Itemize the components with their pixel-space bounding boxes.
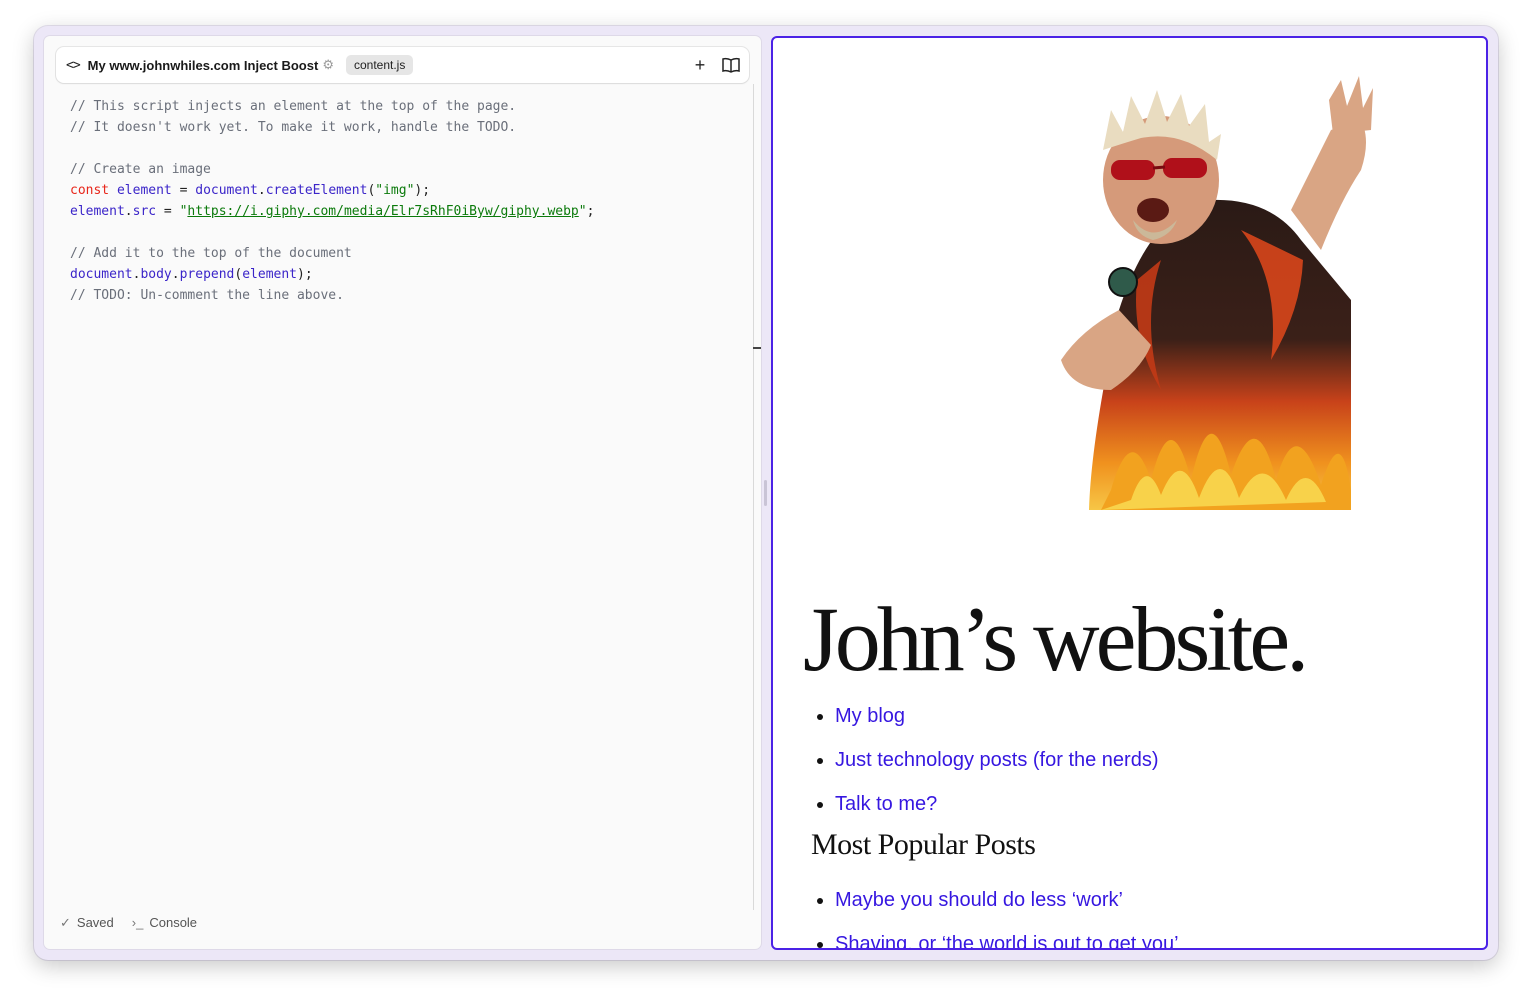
site-title: John’s website. [803,588,1309,690]
code-line[interactable]: const element = document.createElement("… [70,180,594,201]
code-token: // This script injects an element at the… [70,99,517,114]
popular-posts-heading: Most Popular Posts [811,828,1036,861]
editor-footer: ✓ Saved ›_ Console [60,915,197,931]
editor-scrollbar-track[interactable] [753,84,754,910]
link-tech-posts[interactable]: Just technology posts (for the nerds) [835,749,1159,771]
code-line[interactable]: // It doesn't work yet. To make it work,… [70,117,594,138]
code-line[interactable]: document.body.prepend(element); [70,264,594,285]
console-button[interactable]: ›_ Console [132,915,197,931]
link-talk-to-me[interactable]: Talk to me? [835,793,937,815]
man-in-flame-shirt-illustration [1061,76,1373,510]
code-token: const [70,183,110,198]
code-token: . [257,183,266,198]
checkmark-icon: ✓ [60,915,71,930]
code-line[interactable]: // Add it to the top of the document [70,243,594,264]
tab-content-js[interactable]: content.js [345,55,414,75]
code-token: = [156,204,180,219]
code-token: body [140,267,172,282]
code-token: . [124,204,133,219]
code-token: = [171,183,196,198]
code-token: ; [586,204,595,219]
code-token: document [70,267,133,282]
open-book-icon[interactable] [722,56,740,74]
code-token: // TODO: Un-comment the line above. [70,288,344,303]
code-token: src [132,204,157,219]
link-popular-post-2[interactable]: Shaving, or ‘the world is out to get you… [835,933,1179,948]
popular-posts-list: Maybe you should do less ‘work’ Shaving,… [809,878,1179,948]
project-title[interactable]: My www.johnwhiles.com Inject Boost [88,58,319,73]
editor-tab-bar: <> My www.johnwhiles.com Inject Boost ⚙ … [56,47,749,83]
plus-icon: + [694,55,706,75]
code-area[interactable]: // This script injects an element at the… [70,96,594,306]
code-token: document [195,183,258,198]
link-my-blog[interactable]: My blog [835,705,905,727]
code-token: https://i.giphy.com/media/Elr7sRhF0iByw/… [187,204,579,219]
code-editor-panel: <> My www.johnwhiles.com Inject Boost ⚙ … [44,36,761,949]
code-token: element [242,267,298,282]
code-token: ); [297,267,313,282]
code-token: // It doesn't work yet. To make it work,… [70,120,517,135]
gear-icon[interactable]: ⚙ [322,57,334,73]
saved-status: ✓ Saved [60,915,114,930]
list-item: Maybe you should do less ‘work’ [835,878,1179,922]
code-token: element [116,183,172,198]
code-line[interactable]: element.src = "https://i.giphy.com/media… [70,201,594,222]
code-token: createElement [265,183,368,198]
panel-resize-handle[interactable] [764,480,767,506]
code-token: element [70,204,125,219]
code-line[interactable] [70,138,594,159]
code-token: " [578,204,587,219]
list-item: My blog [835,694,1159,738]
code-token: // Add it to the top of the document [70,246,352,261]
code-token: // Create an image [70,162,211,177]
code-token: ); [414,183,431,198]
list-item: Shaving, or ‘the world is out to get you… [835,922,1179,948]
code-line[interactable] [70,222,594,243]
add-file-button[interactable]: + [687,56,713,74]
code-line[interactable]: // Create an image [70,159,594,180]
code-token: prepend [179,267,235,282]
code-brackets-icon: <> [66,57,81,73]
list-item: Just technology posts (for the nerds) [835,738,1159,782]
code-line[interactable]: // This script injects an element at the… [70,96,594,117]
code-token: . [171,267,180,282]
code-line[interactable]: // TODO: Un-comment the line above. [70,285,594,306]
terminal-icon: ›_ [131,915,144,930]
link-popular-post-1[interactable]: Maybe you should do less ‘work’ [835,889,1123,911]
code-token: "img" [375,183,415,198]
scroll-marker [753,347,761,349]
nav-links-list: My blog Just technology posts (for the n… [809,694,1159,826]
list-item: Talk to me? [835,782,1159,826]
injected-gif-image [1041,60,1383,510]
website-preview-panel: John’s website. My blog Just technology … [771,36,1488,950]
